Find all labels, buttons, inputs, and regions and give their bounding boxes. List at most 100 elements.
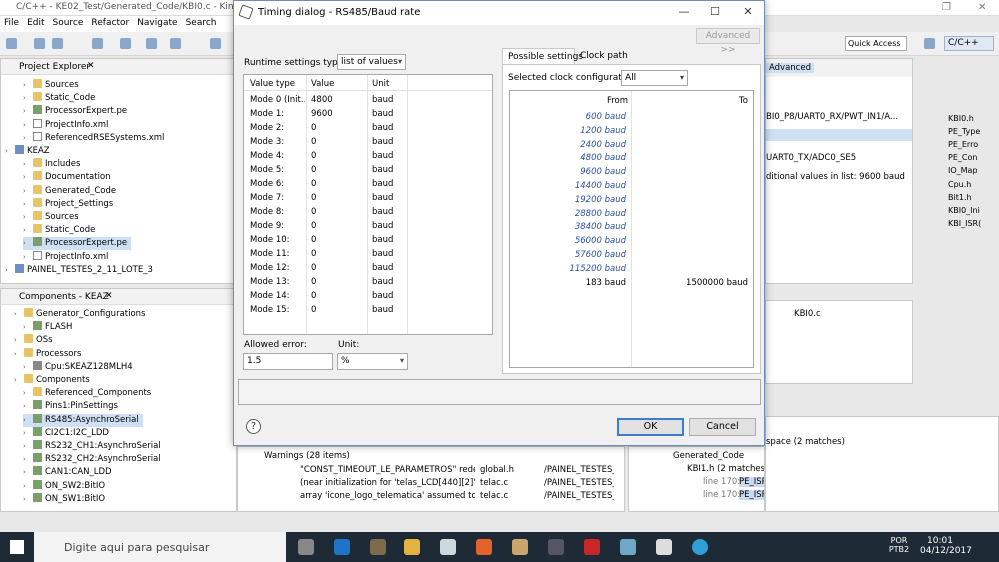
new-icon[interactable] xyxy=(6,38,17,49)
mode-value[interactable]: 0 xyxy=(311,277,316,287)
clock-config-select[interactable]: All ▾ xyxy=(621,70,688,86)
chevron-right-icon[interactable]: › xyxy=(23,493,33,506)
chevron-right-icon[interactable]: › xyxy=(14,374,24,387)
advanced-tab[interactable]: Advanced xyxy=(766,63,814,73)
chevron-right-icon[interactable]: › xyxy=(23,185,33,198)
firefox-icon[interactable] xyxy=(476,539,492,555)
tree-item[interactable]: › Processors xyxy=(14,347,85,361)
problem-description[interactable]: (near initialization for 'telas_LCD[440]… xyxy=(300,478,475,488)
tree-item[interactable]: › RS232_CH2:AsynchroSerial xyxy=(23,453,165,466)
minimize-icon[interactable]: — xyxy=(674,5,694,21)
tree-item[interactable]: › Static_Code xyxy=(23,224,99,237)
possible-value[interactable]: 1200 baud xyxy=(512,126,626,136)
tree-item[interactable]: › RS485:AsynchroSerial xyxy=(23,413,143,427)
quick-access-input[interactable]: Quick Access xyxy=(845,36,907,51)
close-icon[interactable]: ✕ xyxy=(738,5,758,21)
chevron-right-icon[interactable]: › xyxy=(14,348,24,361)
chevron-right-icon[interactable]: › xyxy=(23,251,33,264)
search-icon[interactable] xyxy=(170,38,181,49)
chevron-right-icon[interactable]: › xyxy=(23,211,33,224)
telegram-icon[interactable] xyxy=(692,539,708,555)
taskbar-search[interactable]: Digite aqui para pesquisar xyxy=(34,532,286,562)
possible-value[interactable]: 28800 baud xyxy=(512,209,626,219)
restore-icon[interactable]: ❐ xyxy=(942,2,951,13)
tree-item[interactable]: › CAN1:CAN_LDD xyxy=(23,466,116,479)
advanced-button[interactable]: Advanced >> xyxy=(696,28,760,55)
components-tab[interactable]: Components - KEAZ ✕ xyxy=(1,289,236,305)
outline-item[interactable]: KBI_ISR( xyxy=(948,219,981,228)
app3-icon[interactable] xyxy=(620,539,636,555)
maximize-icon[interactable]: ☐ xyxy=(705,5,725,21)
run-icon[interactable] xyxy=(146,38,157,49)
menu-refactor[interactable]: Refactor xyxy=(87,16,133,30)
close-icon[interactable]: ✕ xyxy=(105,291,113,301)
tree-item[interactable]: › Pins1:PinSettings xyxy=(23,400,122,413)
menu-source[interactable]: Source xyxy=(49,16,88,30)
chevron-right-icon[interactable]: › xyxy=(23,427,33,440)
chevron-right-icon[interactable]: › xyxy=(23,321,33,334)
chevron-right-icon[interactable]: › xyxy=(23,361,33,374)
language-indicator[interactable]: POR PTB2 xyxy=(884,536,914,554)
tree-item[interactable]: › ProcessorExpert.pe xyxy=(23,237,132,251)
mode-value[interactable]: 4800 xyxy=(311,95,333,105)
open-perspective-icon[interactable] xyxy=(924,38,935,49)
app2-icon[interactable] xyxy=(548,539,564,555)
mode-value[interactable]: 0 xyxy=(311,179,316,189)
search-match-text[interactable]: PE_ISR(EventKBI1); xyxy=(739,477,764,487)
mode-value[interactable]: 0 xyxy=(311,123,316,133)
tree-item[interactable]: › PAINEL_TESTES_2_11_LOTE_3 xyxy=(5,263,157,277)
chevron-right-icon[interactable]: › xyxy=(23,171,33,184)
chevron-right-icon[interactable]: › xyxy=(23,466,33,479)
possible-value[interactable]: 600 baud xyxy=(512,112,626,122)
problem-description[interactable]: array 'icone_logo_telematica' assumed to… xyxy=(300,491,475,501)
outline-item[interactable]: KBI0_Ini xyxy=(948,206,980,215)
save-icon[interactable] xyxy=(34,38,45,49)
possible-value[interactable]: 14400 baud xyxy=(512,181,626,191)
outline-item[interactable]: PE_Con xyxy=(948,153,977,162)
task-view-icon[interactable] xyxy=(298,539,314,555)
chevron-right-icon[interactable]: › xyxy=(14,308,24,321)
tree-item[interactable]: › ProcessorExpert.pe xyxy=(23,105,131,118)
taskbar-clock[interactable]: 10:01 04/12/2017 xyxy=(920,536,972,556)
tree-item[interactable]: › ON_SW1:BitIO xyxy=(23,492,109,506)
possible-value[interactable]: 38400 baud xyxy=(512,222,626,232)
possible-value[interactable]: 115200 baud xyxy=(512,264,626,274)
search-match-prefix[interactable]: line 170: xyxy=(703,477,740,487)
tree-item[interactable]: › ProjectInfo.xml xyxy=(23,118,112,132)
tree-item[interactable]: › ReferencedRSESystems.xml xyxy=(23,131,168,145)
tree-item[interactable]: › Referenced_Components xyxy=(23,387,155,400)
chevron-right-icon[interactable]: › xyxy=(23,453,33,466)
tree-item[interactable]: › OSs xyxy=(14,334,57,347)
tree-item[interactable]: › Generator_Configurations xyxy=(14,308,150,321)
perspective-c-cpp[interactable]: C/C++ xyxy=(944,36,994,51)
mode-value[interactable]: 0 xyxy=(311,193,316,203)
tab-clock-path[interactable]: Clock path xyxy=(575,48,631,65)
chevron-right-icon[interactable]: › xyxy=(23,440,33,453)
mode-value[interactable]: 0 xyxy=(311,291,316,301)
tree-item[interactable]: › Includes xyxy=(23,158,84,171)
tree-item[interactable]: › Cpu:SKEAZ128MLH4 xyxy=(23,360,137,374)
tree-item[interactable]: › Generated_Code xyxy=(23,184,120,198)
mode-value[interactable]: 0 xyxy=(311,151,316,161)
mode-value[interactable]: 0 xyxy=(311,263,316,273)
tree-item[interactable]: › Components xyxy=(14,374,94,387)
problem-description[interactable]: "CONST_TIMEOUT_LE_PARAMETROS" redefi xyxy=(300,465,475,475)
mark-icon[interactable] xyxy=(210,38,221,49)
outline-item[interactable]: PE_Erro xyxy=(948,140,978,149)
tree-item[interactable]: › Project_Settings xyxy=(23,197,117,211)
chevron-right-icon[interactable]: › xyxy=(5,264,15,277)
outline-item[interactable]: Bit1.h xyxy=(948,193,972,202)
possible-value[interactable]: 4800 baud xyxy=(512,153,626,163)
close-icon[interactable]: ✕ xyxy=(87,61,95,71)
close-icon[interactable]: ✕ xyxy=(978,2,986,13)
search-folder[interactable]: Generated_Code xyxy=(673,451,744,461)
search-match-prefix[interactable]: line 170: xyxy=(703,490,740,500)
chevron-right-icon[interactable]: › xyxy=(23,237,33,250)
tab-possible-settings[interactable]: Possible settings xyxy=(502,48,583,65)
search-file[interactable]: KBI1.h (2 matches) xyxy=(687,464,764,474)
tree-item[interactable]: › ProjectInfo.xml xyxy=(23,250,112,264)
cancel-button[interactable]: Cancel xyxy=(689,418,756,436)
chevron-right-icon[interactable]: › xyxy=(23,414,33,427)
build-icon[interactable] xyxy=(92,38,103,49)
mail-icon[interactable] xyxy=(440,539,456,555)
